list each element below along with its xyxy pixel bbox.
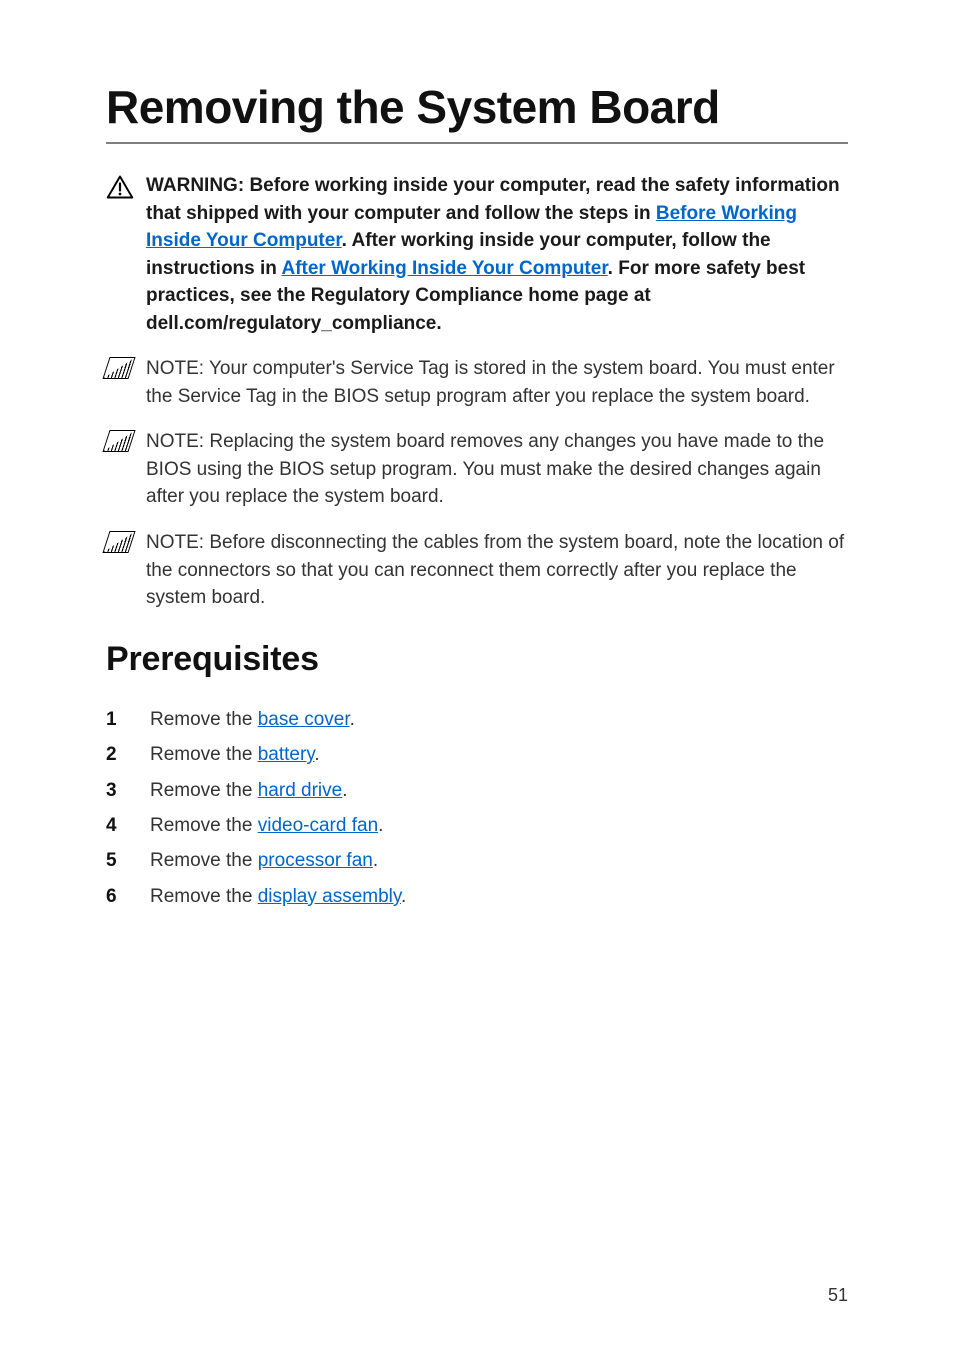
note-text-1: NOTE: Your computer's Service Tag is sto… [146, 355, 848, 410]
step-pre: Remove the [150, 850, 258, 871]
note-icon [102, 531, 135, 553]
step-link-display-assembly[interactable]: display assembly [258, 886, 401, 907]
note-body-2: Replacing the system board removes any c… [146, 431, 824, 507]
note-prefix-3: NOTE: [146, 532, 209, 553]
step-post: . [342, 780, 347, 801]
step-pre: Remove the [150, 886, 258, 907]
note-body-1: Your computer's Service Tag is stored in… [146, 358, 835, 407]
note-body-3: Before disconnecting the cables from the… [146, 532, 844, 608]
page-number: 51 [828, 1285, 848, 1306]
step-pre: Remove the [150, 815, 258, 836]
list-item: Remove the battery. [106, 740, 848, 769]
step-link-processor-fan[interactable]: processor fan [258, 850, 373, 871]
step-link-video-card-fan[interactable]: video-card fan [258, 815, 378, 836]
list-item: Remove the video-card fan. [106, 811, 848, 840]
step-pre: Remove the [150, 780, 258, 801]
step-post: . [401, 886, 406, 907]
note-prefix-2: NOTE: [146, 431, 209, 452]
step-pre: Remove the [150, 744, 258, 765]
list-item: Remove the processor fan. [106, 846, 848, 875]
list-item: Remove the hard drive. [106, 776, 848, 805]
warning-block: WARNING: Before working inside your comp… [106, 172, 848, 337]
note-icon [102, 430, 135, 452]
step-post: . [378, 815, 383, 836]
step-link-base-cover[interactable]: base cover [258, 709, 350, 730]
prerequisites-list: Remove the base cover. Remove the batter… [106, 705, 848, 912]
warning-triangle-icon [106, 174, 134, 207]
note-text-3: NOTE: Before disconnecting the cables fr… [146, 529, 848, 612]
warning-text: WARNING: Before working inside your comp… [146, 172, 848, 337]
page-title: Removing the System Board [106, 80, 848, 144]
step-post: . [314, 744, 319, 765]
step-pre: Remove the [150, 709, 258, 730]
note-block-2: NOTE: Replacing the system board removes… [106, 428, 848, 511]
warning-prefix: WARNING: [146, 175, 249, 196]
note-prefix-1: NOTE: [146, 358, 209, 379]
step-post: . [350, 709, 355, 730]
note-text-2: NOTE: Replacing the system board removes… [146, 428, 848, 511]
note-block-1: NOTE: Your computer's Service Tag is sto… [106, 355, 848, 410]
warning-link-after[interactable]: After Working Inside Your Computer [281, 258, 607, 279]
step-link-hard-drive[interactable]: hard drive [258, 780, 343, 801]
note-icon [102, 357, 135, 379]
list-item: Remove the base cover. [106, 705, 848, 734]
step-post: . [373, 850, 378, 871]
list-item: Remove the display assembly. [106, 882, 848, 911]
section-heading-prerequisites: Prerequisites [106, 640, 848, 679]
note-block-3: NOTE: Before disconnecting the cables fr… [106, 529, 848, 612]
step-link-battery[interactable]: battery [258, 744, 315, 765]
